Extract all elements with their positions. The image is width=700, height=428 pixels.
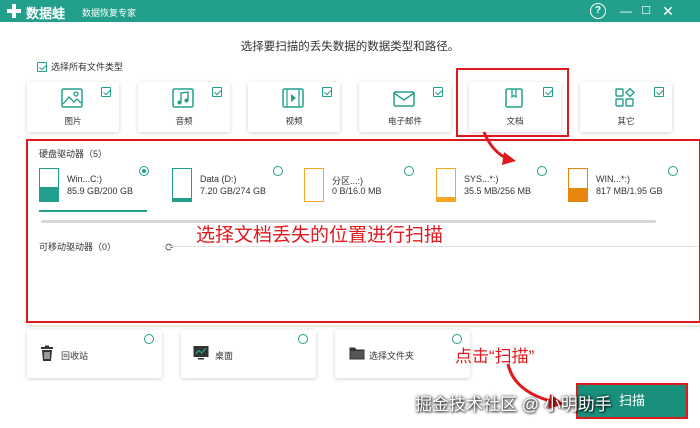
image-type-checkbox[interactable]	[101, 87, 111, 97]
file-type-label: 电子邮件	[387, 116, 422, 126]
recycle-bin-icon	[41, 345, 53, 361]
file-type-other[interactable]: 其它	[580, 82, 672, 132]
other-type-checkbox[interactable]	[654, 87, 664, 97]
annotation-location-hint: 选择文档丢失的位置进行扫描	[196, 225, 444, 246]
location-radio[interactable]	[298, 334, 308, 344]
audio-type-checkbox[interactable]	[212, 87, 222, 97]
email-type-checkbox[interactable]	[433, 87, 443, 97]
file-type-label: 视频	[285, 116, 303, 126]
file-type-image[interactable]: 图片	[27, 82, 119, 132]
file-type-label: 音频	[175, 116, 193, 126]
desktop-icon	[193, 346, 209, 360]
title-bar: 数据蛙 数据恢复专家 ? — ☐ ✕	[0, 0, 700, 22]
music-icon	[172, 88, 194, 108]
video-type-checkbox[interactable]	[322, 87, 332, 97]
location-radio[interactable]	[144, 334, 154, 344]
annotation-scan-hint: 点击“扫描”	[455, 347, 535, 366]
location-recycle-bin[interactable]: 回收站	[27, 330, 162, 378]
location-label: 回收站	[61, 351, 89, 361]
folder-icon	[349, 347, 365, 360]
watermark: 掘金技术社区 @ 小明助手	[415, 395, 612, 414]
app-brand: 数据蛙	[26, 6, 66, 21]
close-button[interactable]: ✕	[660, 3, 676, 19]
location-label: 选择文件夹	[369, 351, 415, 361]
help-button[interactable]: ?	[590, 3, 606, 19]
location-choose-folder[interactable]: 选择文件夹	[335, 330, 470, 378]
file-type-label: 图片	[64, 116, 82, 126]
page-headline: 选择要扫描的丢失数据的数据类型和路径。	[240, 41, 460, 53]
file-type-label: 其它	[617, 116, 635, 126]
file-type-video[interactable]: 视频	[248, 82, 340, 132]
file-type-email[interactable]: 电子邮件	[359, 82, 451, 132]
email-icon	[393, 91, 415, 107]
video-icon	[282, 88, 304, 108]
select-all-types[interactable]: 选择所有文件类型	[37, 60, 123, 73]
image-icon	[61, 88, 83, 108]
annotation-arrow-icon	[482, 131, 516, 165]
file-type-audio[interactable]: 音频	[138, 82, 230, 132]
annotation-document-highlight	[456, 68, 569, 137]
app-logo-icon	[6, 3, 22, 19]
other-icon	[615, 88, 635, 107]
select-all-checkbox[interactable]	[37, 61, 47, 72]
location-desktop[interactable]: 桌面	[181, 330, 316, 378]
app-subtitle: 数据恢复专家	[82, 8, 137, 18]
location-label: 桌面	[215, 351, 234, 361]
maximize-button[interactable]: ☐	[638, 3, 654, 19]
minimize-button[interactable]: —	[618, 3, 634, 19]
